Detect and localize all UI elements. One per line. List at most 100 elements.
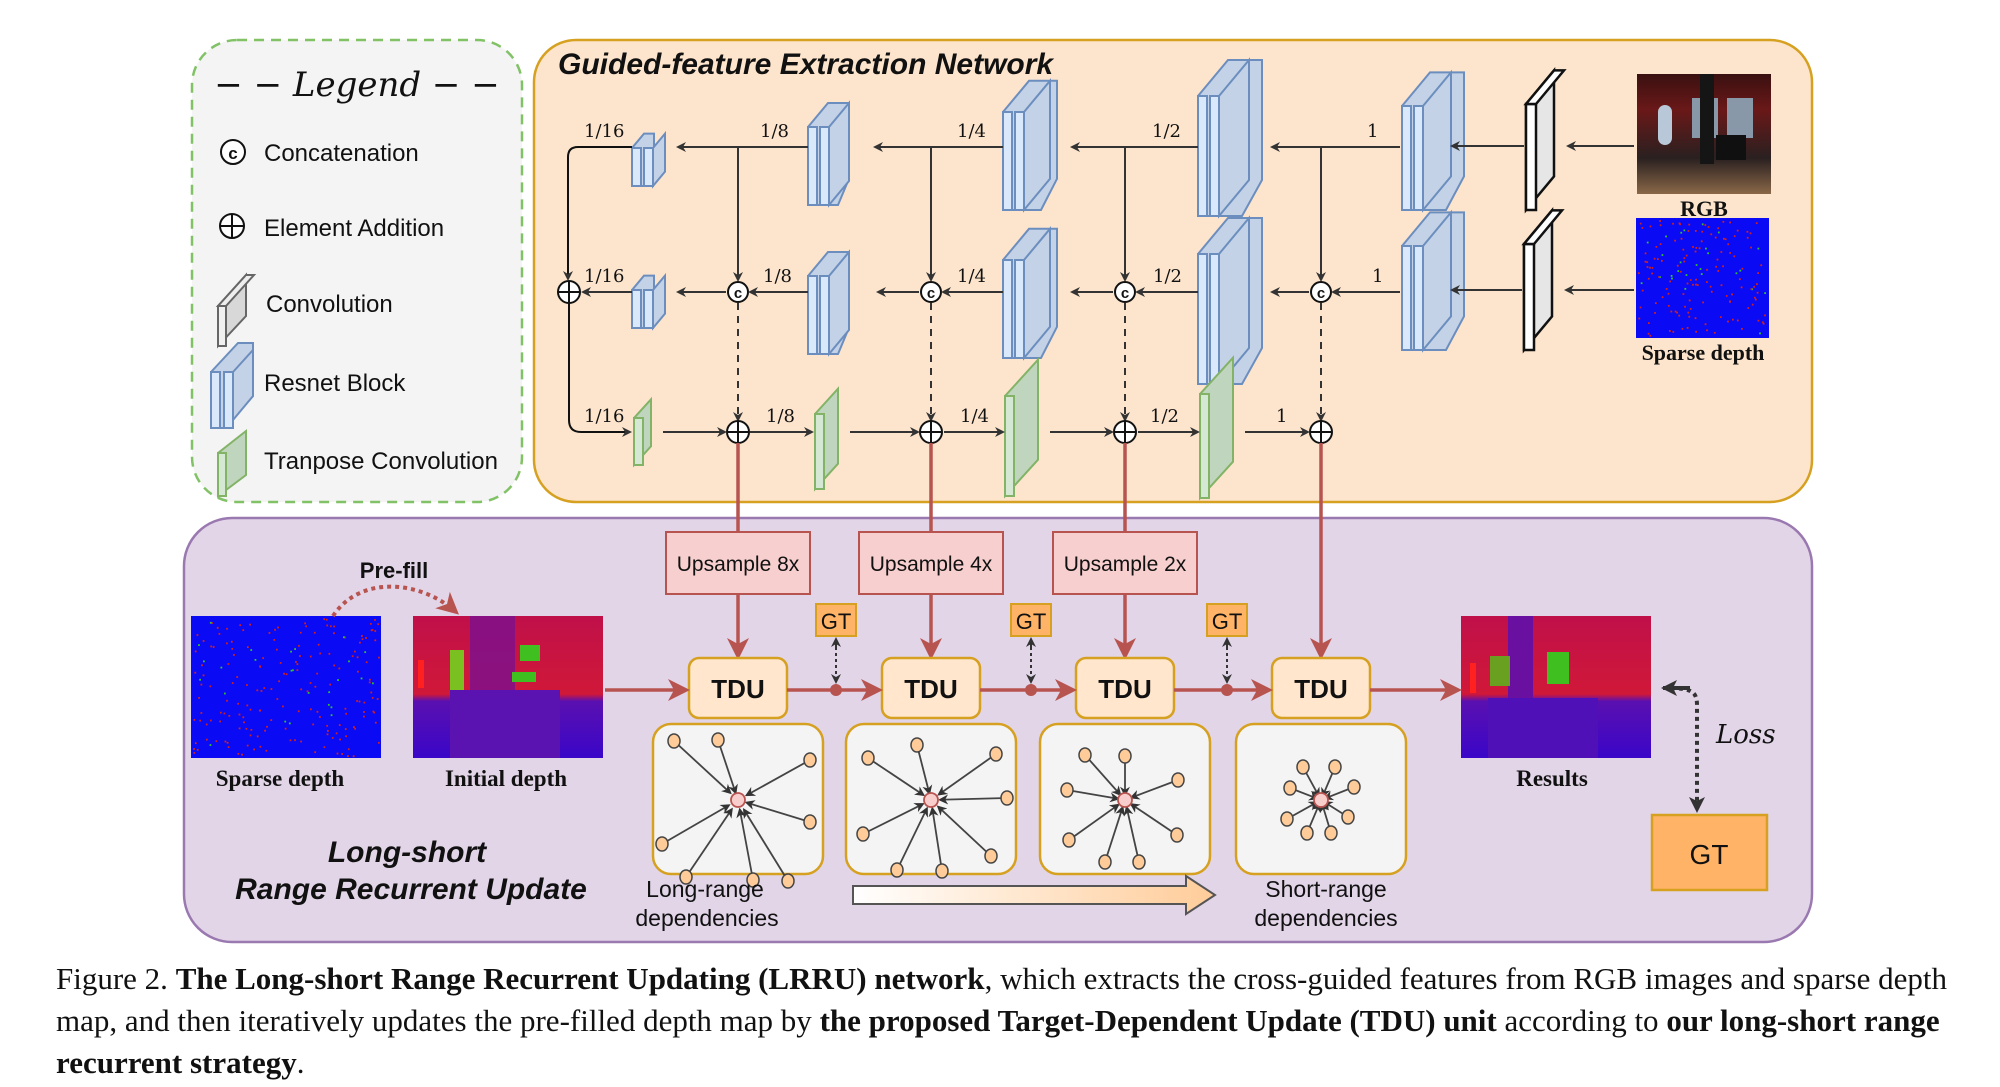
depth-point <box>296 669 299 672</box>
scale-label-top: 1/2 <box>1152 121 1181 142</box>
depth-point <box>1739 269 1742 272</box>
depth-point <box>194 650 197 653</box>
depth-point <box>1696 284 1699 286</box>
depth-point <box>1698 247 1701 250</box>
depth-point <box>246 704 249 707</box>
neighbor-node <box>1170 827 1184 843</box>
depth-point <box>365 637 367 639</box>
depth-point <box>1695 283 1697 286</box>
depth-point <box>1740 286 1743 289</box>
depth-point <box>1700 273 1703 275</box>
depth-point <box>371 697 374 699</box>
depth-point <box>1687 230 1690 232</box>
target-node <box>730 792 746 808</box>
depth-point <box>199 678 202 681</box>
depth-point <box>250 728 253 731</box>
depth-point <box>1706 329 1708 332</box>
scale-label-top: 1/16 <box>584 121 624 142</box>
depth-point <box>353 726 355 728</box>
depth-point <box>199 719 202 722</box>
depth-point <box>242 716 245 719</box>
neighbor-node <box>667 733 681 749</box>
depth-point <box>343 636 345 639</box>
depth-point <box>1646 266 1649 268</box>
depth-point <box>294 648 297 650</box>
depth-point <box>1659 220 1662 222</box>
depth-point <box>374 630 377 632</box>
depth-point <box>1736 319 1739 322</box>
depth-point <box>296 663 299 666</box>
depth-point <box>1720 284 1723 287</box>
legend-label-concatenation: Concatenation <box>264 140 419 167</box>
depth-point <box>250 649 253 651</box>
gt-label-intermediate: GT <box>821 609 852 634</box>
depth-point <box>372 682 374 685</box>
neighbor-node <box>1300 825 1314 841</box>
depth-point <box>227 746 230 749</box>
depth-point <box>370 691 373 694</box>
depth-point <box>1757 319 1760 322</box>
depth-point <box>328 652 331 655</box>
depth-point <box>276 698 279 700</box>
depth-point <box>1707 252 1710 255</box>
depth-point <box>225 642 228 645</box>
depth-point <box>223 692 226 695</box>
depth-point <box>1659 243 1662 246</box>
depth-point <box>256 735 259 738</box>
depth-point <box>307 691 310 694</box>
depth-point <box>1687 311 1690 314</box>
depth-point <box>326 624 329 627</box>
depth-point <box>1683 257 1686 260</box>
depth-point <box>249 623 252 626</box>
results-label: Results <box>1516 766 1588 791</box>
loss-label: Loss <box>1715 720 1776 750</box>
depth-point <box>1751 303 1754 306</box>
addition-node <box>1113 420 1137 444</box>
update-panel: Long-short Range Recurrent Update Sparse… <box>182 443 1814 944</box>
depth-point <box>345 712 348 715</box>
depth-point <box>223 712 226 715</box>
depth-point <box>1684 305 1686 308</box>
depth-point <box>1757 247 1760 250</box>
legend-label-transpose-convolution: Tranpose Convolution <box>264 448 498 475</box>
depth-point <box>298 644 300 647</box>
neighbor-node <box>1062 832 1076 848</box>
depth-point <box>203 660 205 663</box>
depth-point <box>1649 225 1652 228</box>
depth-point <box>1689 279 1692 281</box>
depth-point <box>1694 317 1697 320</box>
depth-point <box>1702 301 1704 304</box>
legend-title: − − Legend − − <box>214 65 499 105</box>
depth-point <box>1714 236 1717 239</box>
scale-label-top: 1/8 <box>760 121 789 142</box>
depth-point <box>361 638 364 641</box>
scale-label-bot: 1 <box>1276 406 1287 427</box>
neighbor-node <box>890 862 904 878</box>
depth-point <box>353 650 356 653</box>
depth-point <box>305 625 308 628</box>
depth-point <box>193 718 196 721</box>
target-node <box>1117 792 1133 808</box>
depth-point <box>341 753 344 755</box>
depth-point <box>1757 272 1760 274</box>
depth-point <box>218 632 221 635</box>
depth-point <box>1647 322 1650 325</box>
depth-point <box>246 646 249 649</box>
resnet-block <box>631 130 666 189</box>
depth-point <box>1674 239 1677 242</box>
depth-point <box>1684 287 1687 290</box>
concatenation-node: c <box>727 281 749 303</box>
depth-point <box>316 672 319 675</box>
depth-point <box>1644 252 1647 255</box>
depth-point <box>288 722 291 725</box>
depth-point <box>290 650 292 653</box>
results-image <box>1461 616 1651 758</box>
depth-point <box>1746 236 1749 239</box>
neighbor-node <box>910 737 924 753</box>
scale-label-mid: 1/16 <box>584 266 624 287</box>
depth-point <box>1700 240 1703 243</box>
depth-point <box>1717 231 1720 234</box>
depth-point <box>373 711 376 714</box>
depth-point <box>1741 327 1743 330</box>
depth-point <box>374 619 376 621</box>
